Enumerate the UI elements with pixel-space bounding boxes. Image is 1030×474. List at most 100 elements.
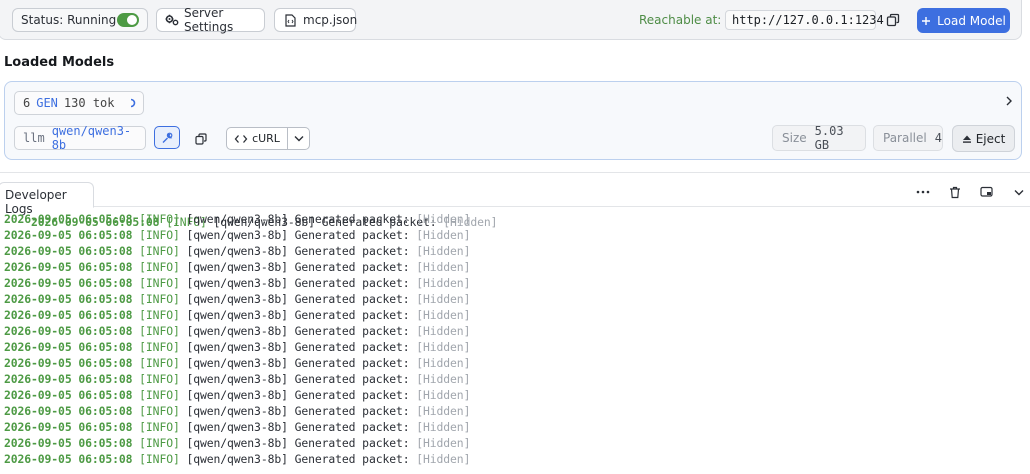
log-level: [INFO] [139, 436, 180, 450]
log-ts: 2026-09-05 06:05:08 [4, 356, 133, 370]
log-line: 2026-09-05 06:05:08 [INFO] [qwen/qwen3-8… [4, 419, 470, 435]
chevron-down-icon [294, 135, 304, 142]
model-identifier-chip[interactable]: llm qwen/qwen3-8b [14, 124, 146, 152]
log-ts: 2026-09-05 06:05:08 [4, 276, 133, 290]
eject-button[interactable]: Eject [952, 125, 1015, 152]
log-tag: [Hidden] [416, 276, 471, 290]
log-ts: 2026-09-05 06:05:08 [4, 260, 133, 274]
log-ts: 2026-09-05 06:05:08 [4, 244, 133, 258]
model-prefix: llm [23, 131, 45, 145]
trash-icon[interactable] [947, 184, 963, 200]
generation-chip: 6 GEN 130 tok [14, 91, 144, 115]
log-ts: 2026-09-05 06:05:08 [4, 452, 133, 466]
log-tag: [Hidden] [416, 244, 471, 258]
server-settings-button[interactable]: Server Settings [156, 6, 265, 34]
log-line: 2026-09-05 06:05:08 [INFO] [qwen/qwen3-8… [4, 275, 470, 291]
log-line: 2026-09-05 06:05:08 [INFO] [qwen/qwen3-8… [4, 323, 470, 339]
log-line: 2026-09-05 06:05:08 [INFO] [qwen/qwen3-8… [4, 259, 470, 275]
size-stat: Size 5.03 GB [772, 124, 866, 152]
parallel-value: 4 [934, 131, 942, 145]
curl-copy-button[interactable]: cURL [227, 132, 287, 145]
curl-button[interactable]: cURL [226, 127, 310, 150]
log-tag: [Hidden] [416, 404, 471, 418]
log-level: [INFO] [139, 404, 180, 418]
log-line: 2026-09-05 06:05:08 [INFO] [qwen/qwen3-8… [4, 435, 470, 451]
mcp-json-button[interactable]: mcp.json [274, 8, 358, 32]
load-model-button[interactable]: Load Model [917, 8, 1010, 33]
collapse-chevron-icon[interactable] [1011, 184, 1027, 200]
log-output[interactable]: 2026-09-05 06:05:08 [INFO] [qwen/qwen3-8… [0, 207, 1030, 474]
gen-count: 6 [23, 96, 31, 110]
log-line: 2026-09-05 06:05:08 [INFO] [qwen/qwen3-8… [4, 227, 470, 243]
log-level: [INFO] [139, 324, 180, 338]
token-count: 130 tok [63, 96, 115, 110]
log-ts: 2026-09-05 06:05:08 [4, 436, 133, 450]
logs-header: Developer Logs [0, 172, 1030, 216]
log-level: [INFO] [139, 356, 180, 370]
log-level: [INFO] [139, 228, 180, 242]
log-level: [INFO] [139, 292, 180, 306]
chevron-right-icon[interactable] [1005, 96, 1013, 106]
gen-label: GEN [36, 96, 58, 110]
log-msg: [qwen/qwen3-8b] Generated packet: [186, 324, 410, 338]
log-tag: [Hidden] [416, 356, 471, 370]
log-tag: [Hidden] [416, 420, 471, 434]
log-ts: 2026-09-05 06:05:08 [4, 420, 133, 434]
server-url-field[interactable]: http://127.0.0.1:1234 [725, 10, 884, 30]
duplicate-icon[interactable] [193, 131, 209, 147]
log-level: [INFO] [139, 340, 180, 354]
server-settings-label: Server Settings [184, 6, 234, 34]
log-tag: [Hidden] [416, 388, 471, 402]
panel-icon[interactable] [979, 184, 995, 200]
log-level: [INFO] [139, 276, 180, 290]
eject-label: Eject [975, 131, 1006, 146]
log-line: 2026-09-05 06:05:08 [INFO] [qwen/qwen3-8… [4, 355, 470, 371]
mcp-json-label: mcp.json [303, 13, 358, 27]
log-tag: [Hidden] [416, 436, 471, 450]
log-msg: [qwen/qwen3-8b] Generated packet: [186, 212, 410, 226]
parallel-label: Parallel [883, 131, 927, 145]
log-msg: [qwen/qwen3-8b] Generated packet: [186, 308, 410, 322]
log-msg: [qwen/qwen3-8b] Generated packet: [186, 404, 410, 418]
log-msg: [qwen/qwen3-8b] Generated packet: [186, 292, 410, 306]
log-ts: 2026-09-05 06:05:08 [4, 340, 133, 354]
curl-dropdown-button[interactable] [288, 135, 309, 142]
log-msg: [qwen/qwen3-8b] Generated packet: [186, 260, 410, 274]
log-msg: [qwen/qwen3-8b] Generated packet: [186, 340, 410, 354]
log-tag: [Hidden] [416, 212, 471, 226]
log-msg: [qwen/qwen3-8b] Generated packet: [186, 372, 410, 386]
status-switch[interactable] [117, 13, 139, 27]
log-line: 2026-09-05 06:05:08 [INFO] [qwen/qwen3-8… [4, 211, 470, 227]
log-ts: 2026-09-05 06:05:08 [4, 372, 133, 386]
status-label: Status: Running [21, 13, 117, 27]
more-icon[interactable] [915, 184, 931, 200]
log-level: [INFO] [139, 260, 180, 274]
log-tag: [Hidden] [416, 452, 471, 466]
log-tag: [Hidden] [416, 372, 471, 386]
status-toggle[interactable]: Status: Running [12, 8, 148, 32]
parallel-stat: Parallel 4 [873, 125, 943, 151]
tool-use-button[interactable] [154, 126, 180, 149]
log-ts: 2026-09-05 06:05:08 [4, 308, 133, 322]
log-msg: [qwen/qwen3-8b] Generated packet: [186, 420, 410, 434]
plus-icon [921, 16, 931, 26]
log-level: [INFO] [139, 452, 180, 466]
log-level: [INFO] [139, 420, 180, 434]
load-model-label: Load Model [937, 13, 1006, 28]
log-tag: [Hidden] [416, 260, 471, 274]
log-level: [INFO] [139, 372, 180, 386]
model-name: qwen/qwen3-8b [51, 124, 132, 152]
log-msg: [qwen/qwen3-8b] Generated packet: [186, 436, 410, 450]
log-msg: [qwen/qwen3-8b] Generated packet: [186, 388, 410, 402]
copy-icon[interactable] [884, 11, 902, 29]
log-level: [INFO] [139, 212, 180, 226]
log-line: 2026-09-05 06:05:08 [INFO] [qwen/qwen3-8… [4, 339, 470, 355]
reachable-label: Reachable at: [639, 13, 722, 27]
log-tag: [Hidden] [416, 228, 471, 242]
log-line: 2026-09-05 06:05:08 [INFO] [qwen/qwen3-8… [4, 387, 470, 403]
log-level: [INFO] [139, 244, 180, 258]
log-msg: [qwen/qwen3-8b] Generated packet: [186, 244, 410, 258]
code-icon [234, 134, 248, 144]
tab-developer-logs[interactable]: Developer Logs [0, 182, 94, 216]
log-tag: [Hidden] [416, 340, 471, 354]
